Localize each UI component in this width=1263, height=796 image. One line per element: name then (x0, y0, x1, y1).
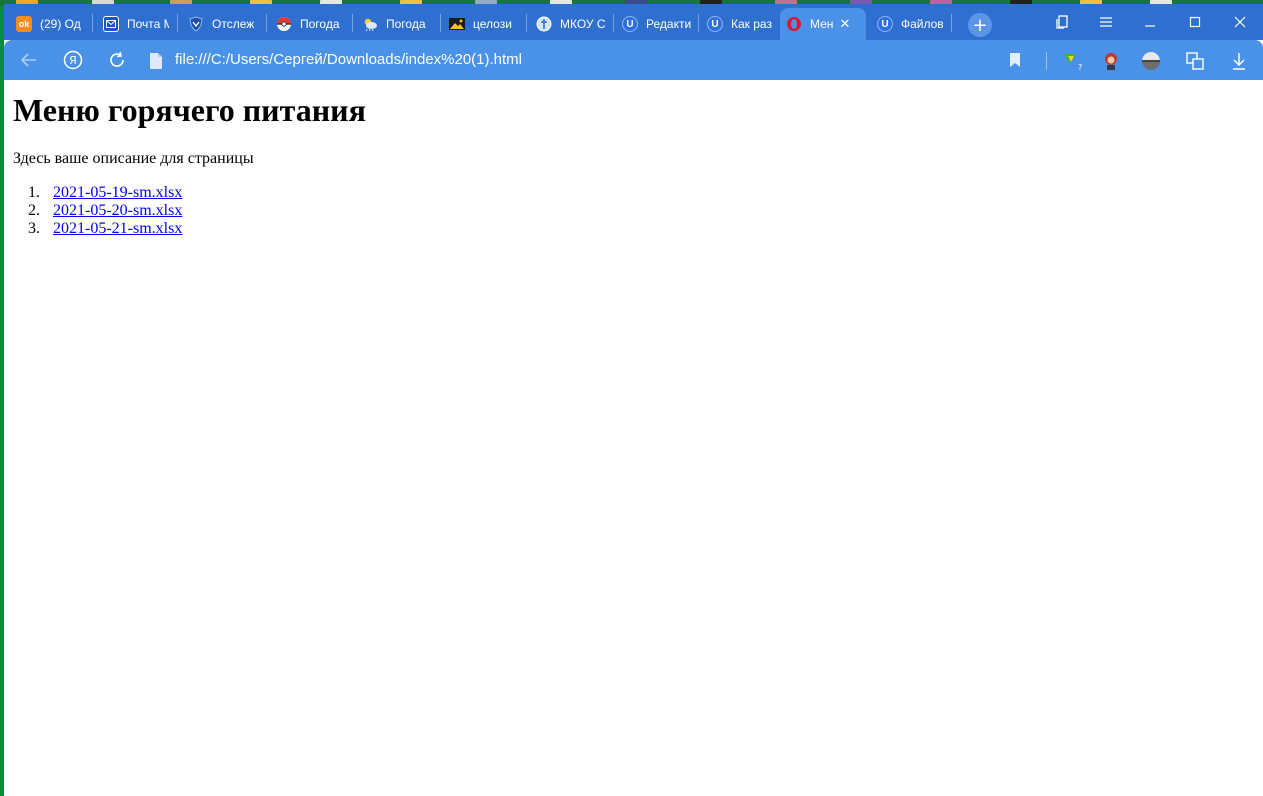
tab-divider (526, 14, 527, 32)
page-title: Меню горячего питания (13, 92, 366, 128)
extension-download-helper-icon[interactable]: ? (1060, 50, 1082, 72)
svg-text:?: ? (1078, 63, 1082, 72)
tab-divider (613, 14, 614, 32)
tab-label: Погода (300, 17, 340, 31)
list-item: 3. 2021-05-21-sm.xlsx (13, 220, 182, 238)
tab-divider (177, 14, 178, 32)
tab-label: целози (473, 17, 512, 31)
u-letter-icon: U (707, 16, 723, 32)
close-icon[interactable]: ✕ (839, 16, 850, 32)
menu-hamburger-icon[interactable] (1090, 10, 1122, 34)
file-link[interactable]: 2021-05-21-sm.xlsx (53, 220, 182, 237)
maximize-icon[interactable] (1179, 10, 1211, 34)
web-page-content: Меню горячего питания Здесь ваше описани… (4, 80, 1263, 796)
extension-vpn-icon[interactable] (1140, 50, 1162, 72)
tab-mail[interactable]: Почта М (97, 8, 169, 40)
u-letter-icon: U (877, 16, 893, 32)
tab-menu-active[interactable]: Мен ✕ (780, 8, 866, 40)
tab-divider (266, 14, 267, 32)
tab-tracking[interactable]: Отслеж (182, 8, 260, 40)
list-item: 1. 2021-05-19-sm.xlsx (13, 184, 182, 202)
toolbar-divider (1046, 52, 1047, 70)
opera-icon (786, 16, 802, 32)
close-window-icon[interactable] (1224, 10, 1256, 34)
tab-divider (951, 14, 952, 32)
tab-label: МКОУ С (560, 17, 606, 31)
tab-divider (92, 14, 93, 32)
tab-weather-1[interactable]: Погода (270, 8, 348, 40)
tab-divider (698, 14, 699, 32)
tab-label: (29) Од (40, 17, 81, 31)
tab-divider (440, 14, 441, 32)
tab-label: Файлов (901, 17, 944, 31)
address-bar-url[interactable]: file:///C:/Users/Сергей/Downloads/index%… (175, 50, 522, 70)
reload-icon[interactable] (105, 48, 129, 72)
tab-label: Погода (386, 17, 426, 31)
local-file-icon (147, 51, 165, 71)
pokeball-icon (276, 16, 292, 32)
list-item-number: 1. (28, 184, 40, 201)
file-link[interactable]: 2021-05-20-sm.xlsx (53, 202, 182, 219)
list-item: 2. 2021-05-20-sm.xlsx (13, 202, 182, 220)
odnoklassniki-icon: ok (16, 16, 32, 32)
back-arrow-icon[interactable] (17, 48, 41, 72)
tracking-shield-icon (188, 16, 204, 32)
extension-mascot-icon[interactable] (1100, 50, 1122, 72)
yandex-logo-icon[interactable]: Я (61, 48, 85, 72)
tab-odnoklassniki[interactable]: ok (29) Од (10, 8, 90, 40)
tab-label: Как раз (731, 17, 772, 31)
school-emblem-icon (536, 16, 552, 32)
new-tab-plus-icon[interactable]: + (968, 13, 992, 37)
tab-school[interactable]: МКОУ С (530, 8, 610, 40)
file-list: 1. 2021-05-19-sm.xlsx 2. 2021-05-20-sm.x… (13, 184, 182, 238)
weather-icon (362, 16, 378, 32)
tab-blinds[interactable]: целози (443, 8, 523, 40)
tab-label: Почта М (127, 17, 169, 31)
tab-divider (352, 14, 353, 32)
file-link[interactable]: 2021-05-19-sm.xlsx (53, 184, 182, 201)
tab-how-to[interactable]: U Как раз (701, 8, 777, 40)
tab-strip: ok (29) Од Почта М Отслеж Погода Погода … (4, 4, 1263, 40)
mail-icon (103, 16, 119, 32)
address-toolbar: Я file:///C:/Users/Сергей/Downloads/inde… (4, 40, 1263, 80)
tabs-list-icon[interactable] (1047, 10, 1079, 34)
list-item-number: 3. (28, 220, 40, 237)
tab-label: Отслеж (212, 17, 255, 31)
tab-editor[interactable]: U Редакти (616, 8, 694, 40)
minimize-icon[interactable] (1134, 10, 1166, 34)
svg-text:Я: Я (69, 54, 77, 67)
tab-weather-2[interactable]: Погода (356, 8, 436, 40)
tab-label: Мен (810, 17, 834, 31)
extension-translate-icon[interactable] (1184, 50, 1206, 72)
tab-files[interactable]: U Файлов (871, 8, 947, 40)
page-description: Здесь ваше описание для страницы (13, 150, 254, 167)
browser-window: ok (29) Од Почта М Отслеж Погода Погода … (4, 4, 1263, 796)
u-letter-icon: U (622, 16, 638, 32)
download-icon[interactable] (1228, 50, 1250, 72)
image-icon (449, 16, 465, 32)
bookmark-icon[interactable] (1003, 48, 1027, 72)
tab-label: Редакти (646, 17, 692, 31)
list-item-number: 2. (28, 202, 40, 219)
